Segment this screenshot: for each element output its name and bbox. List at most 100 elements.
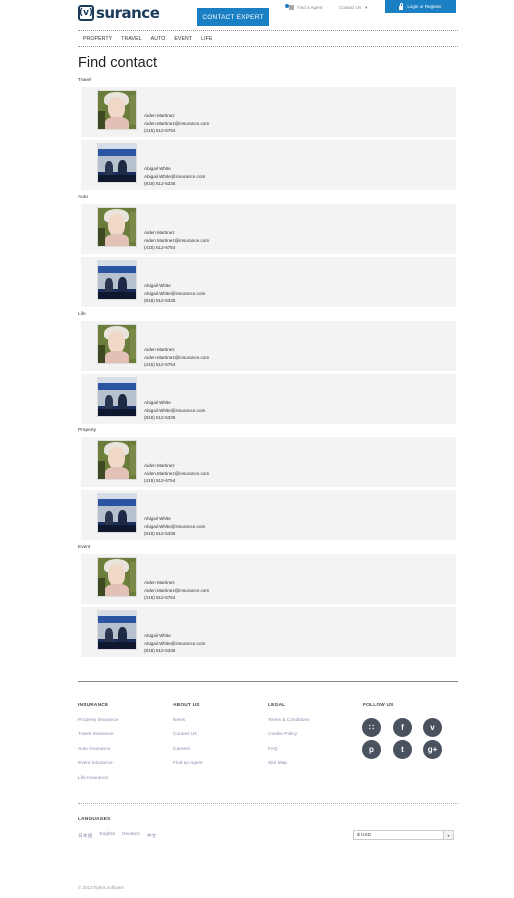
footer-link-event-insurance[interactable]: Event Insurance [78,761,119,766]
contact-phone: (415) 512-6754 [144,128,176,134]
contact-email[interactable]: Abigail.White@insurance.com [144,640,205,648]
footer-heading: LEGAL [268,703,286,708]
find-agent-link[interactable]: Find a Agent [285,3,322,11]
nav-item-travel[interactable]: TRAVEL [121,36,141,42]
contact-card[interactable]: Aiden Martinez Aiden.Martinez@insurance.c… [81,87,456,137]
girl-photo [97,324,137,364]
contact-card[interactable]: Abigail White Abigail.White@insurance.com… [81,374,456,424]
rss-icon[interactable]: ∷ [362,718,381,737]
contact-email[interactable]: Aiden.Martinez@insurance.com [144,120,209,128]
footer-link-contact-us[interactable]: Contact Us [173,732,203,737]
section-label: Travel [78,78,92,83]
section-label: Property [78,428,97,433]
footer-heading: INSURANCE [78,703,109,708]
footer-link-travel-insurance[interactable]: Travel Insurance [78,732,119,737]
contact-name: Aiden Martinez [144,347,175,352]
nav-item-auto[interactable]: AUTO [151,36,166,42]
contact-email[interactable]: Aiden.Martinez@insurance.com [144,470,209,478]
footer-link-news[interactable]: News [173,718,203,723]
section-label: Life [78,312,86,317]
footer-link-auto-insurance[interactable]: Auto Insurance [78,747,119,752]
contact-info: Abigail White Abigail.White@insurance.com… [144,515,205,538]
contact-name: Abigail White [144,283,171,288]
lock-icon [399,3,404,10]
vimeo-icon[interactable]: v [423,718,442,737]
contact-card[interactable]: Abigail White Abigail.White@insurance.com… [81,140,456,190]
contact-email[interactable]: Abigail.White@insurance.com [144,290,205,298]
agent-icon [285,4,294,10]
footer-link-site-map[interactable]: Site Map [268,761,310,766]
contact-email[interactable]: Abigail.White@insurance.com [144,173,205,181]
contact-phone: (415) 512-6754 [144,245,176,251]
copyright: © 2013 hybris software [78,885,125,890]
contact-name: Aiden Martinez [144,230,175,235]
contact-card[interactable]: Abigail White Abigail.White@insurance.com… [81,257,456,307]
contact-email[interactable]: Aiden.Martinez@insurance.com [144,237,209,245]
footer-link-life-insurance[interactable]: Life Insurance [78,776,119,781]
contact-phone: (818) 512-5335 [144,298,176,304]
section-label: Event [78,545,91,550]
contact-card[interactable]: Aiden Martinez Aiden.Martinez@insurance.c… [81,554,456,604]
contact-info: Aiden Martinez Aiden.Martinez@insurance.c… [144,229,209,252]
footer-link-find-agent[interactable]: Find an Agent [173,761,203,766]
contact-name: Aiden Martinez [144,113,175,118]
nav-item-life[interactable]: LIFE [201,36,212,42]
pinterest-icon[interactable]: p [362,740,381,759]
language-japanese[interactable]: 日本語 [78,832,92,839]
footer-insurance-column: INSURANCE Property Insurance Travel Insu… [78,703,119,781]
main-nav: PROPERTY TRAVEL AUTO EVENT LIFE [78,30,458,47]
footer-link-property-insurance[interactable]: Property Insurance [78,718,119,723]
nav-item-event[interactable]: EVENT [174,36,192,42]
section-label: Auto [78,195,88,200]
contact-phone: (818) 512-5335 [144,181,176,187]
contact-email[interactable]: Aiden.Martinez@insurance.com [144,587,209,595]
contact-email[interactable]: Abigail.White@insurance.com [144,407,205,415]
contact-expert-button[interactable]: CONTACT EXPERT [197,8,269,26]
google-plus-icon[interactable]: g+ [423,740,442,759]
footer-link-cookie-policy[interactable]: Cookie Policy [268,732,310,737]
contact-info: Aiden Martinez Aiden.Martinez@insurance.c… [144,346,209,369]
footer-link-terms[interactable]: Terms & Conditions [268,718,310,723]
contact-email[interactable]: Aiden.Martinez@insurance.com [144,354,209,362]
page-title: Find contact [78,55,157,71]
language-english[interactable]: English [99,832,115,839]
footer-about-column: ABOUT US News Contact Us Careers Find an… [173,703,203,766]
girl-photo [97,440,137,480]
contact-name: Abigail White [144,516,171,521]
contact-card[interactable]: Aiden Martinez Aiden.Martinez@insurance.c… [81,204,456,254]
contact-email[interactable]: Abigail.White@insurance.com [144,523,205,531]
contact-info: Aiden Martinez Aiden.Martinez@insurance.c… [144,579,209,602]
logo-mark-icon: (v) [78,5,94,21]
language-deutsch[interactable]: Deutsch [122,832,140,839]
contact-phone: (818) 512-5335 [144,648,176,654]
contact-name: Abigail White [144,400,171,405]
group-photo [97,610,137,650]
contact-card[interactable]: Abigail White Abigail.White@insurance.com… [81,607,456,657]
contact-name: Abigail White [144,166,171,171]
currency-select[interactable]: $ USD ▾ [353,830,454,840]
chevron-down-icon: ▾ [443,831,453,839]
contact-card[interactable]: Aiden Martinez Aiden.Martinez@insurance.c… [81,321,456,371]
language-list: 日本語 English Deutsch 中文 [78,832,163,839]
find-agent-label: Find a Agent [297,4,323,10]
footer-link-careers[interactable]: Careers [173,747,203,752]
footer-link-faq[interactable]: FAQ [268,747,310,752]
logo[interactable]: (v) surance [78,4,160,22]
facebook-icon[interactable]: f [393,718,412,737]
group-photo [97,143,137,183]
twitter-icon[interactable]: t [393,740,412,759]
contact-us-dropdown[interactable]: Contact Us ▼ [339,3,368,11]
contact-name: Aiden Martinez [144,463,175,468]
girl-photo [97,557,137,597]
footer-divider-dotted [78,803,458,804]
contact-us-label: Contact Us [339,4,362,10]
group-photo [97,377,137,417]
group-photo [97,260,137,300]
contact-phone: (415) 512-6754 [144,362,176,368]
login-register-button[interactable]: Login or Register [385,0,456,13]
nav-item-property[interactable]: PROPERTY [83,36,112,42]
footer-follow-column: FOLLOW US [363,703,394,708]
language-chinese[interactable]: 中文 [147,832,157,839]
contact-card[interactable]: Aiden Martinez Aiden.Martinez@insurance.c… [81,437,456,487]
contact-card[interactable]: Abigail White Abigail.White@insurance.com… [81,490,456,540]
